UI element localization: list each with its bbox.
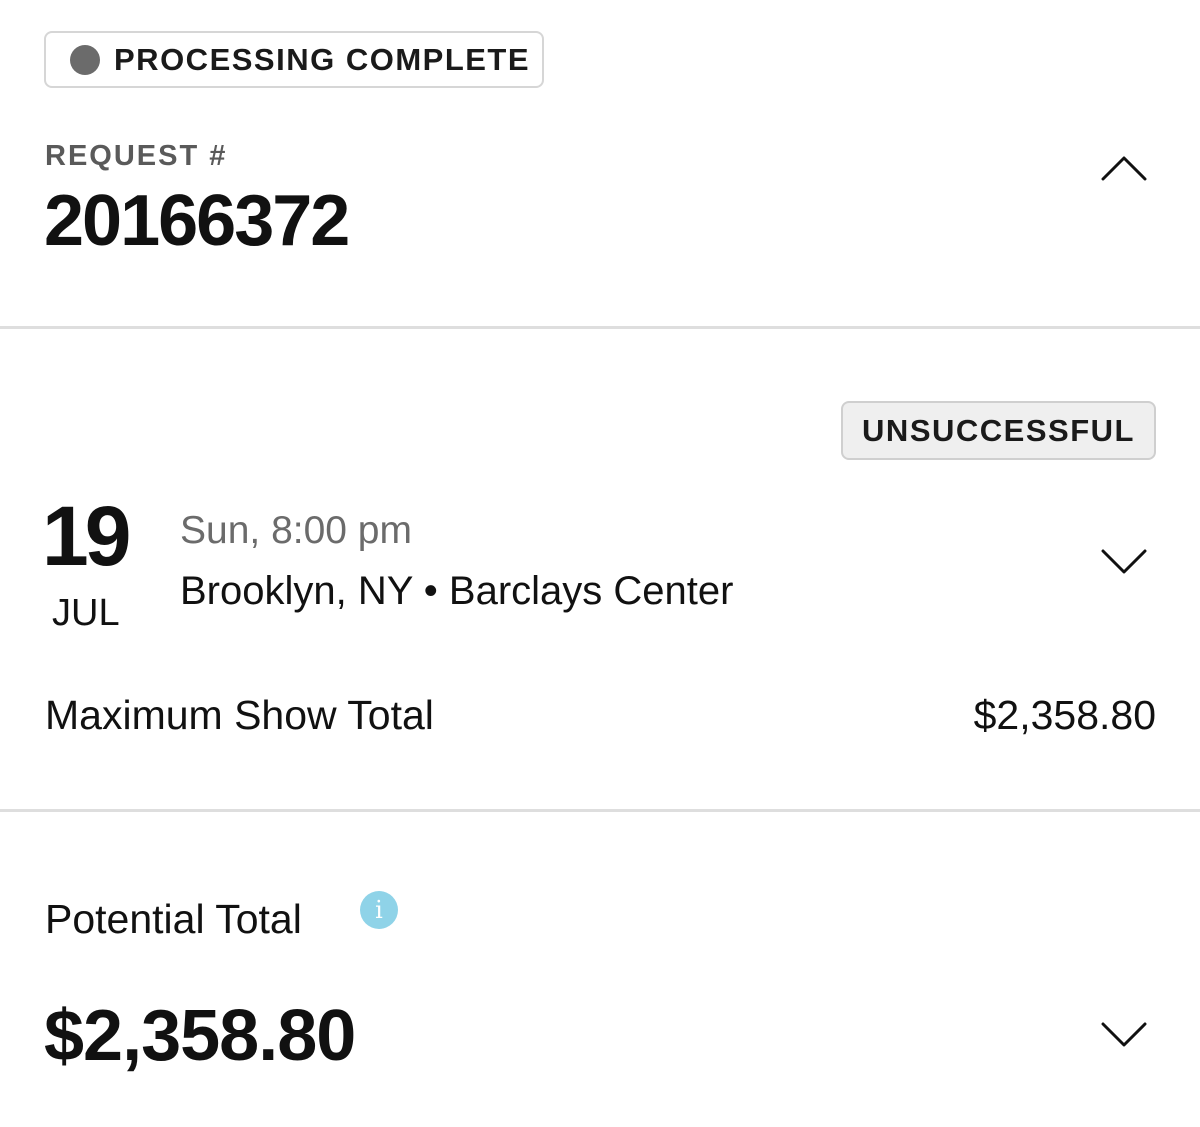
potential-total-label: Potential Total [45,896,302,942]
request-number-label: REQUEST # [45,140,228,172]
event-time: Sun, 8:00 pm [180,509,412,552]
potential-total-value: $2,358.80 [44,996,356,1076]
status-label: PROCESSING COMPLETE [114,41,531,77]
result-status-badge: UNSUCCESSFUL [841,401,1156,460]
section-divider [0,326,1200,329]
chevron-down-icon[interactable] [1101,549,1147,575]
event-month: JUL [52,592,120,634]
status-dot-icon [70,44,100,75]
chevron-down-icon[interactable] [1101,1022,1147,1048]
max-show-total-value: $2,358.80 [973,692,1156,738]
chevron-up-icon[interactable] [1101,155,1147,181]
event-location: Brooklyn, NY • Barclays Center [180,569,734,613]
section-divider [0,809,1200,812]
request-number: 20166372 [44,181,350,261]
info-icon[interactable]: i [360,891,398,929]
event-day: 19 [42,489,131,583]
max-show-total-label: Maximum Show Total [45,692,434,738]
processing-status-badge: PROCESSING COMPLETE [44,31,544,88]
